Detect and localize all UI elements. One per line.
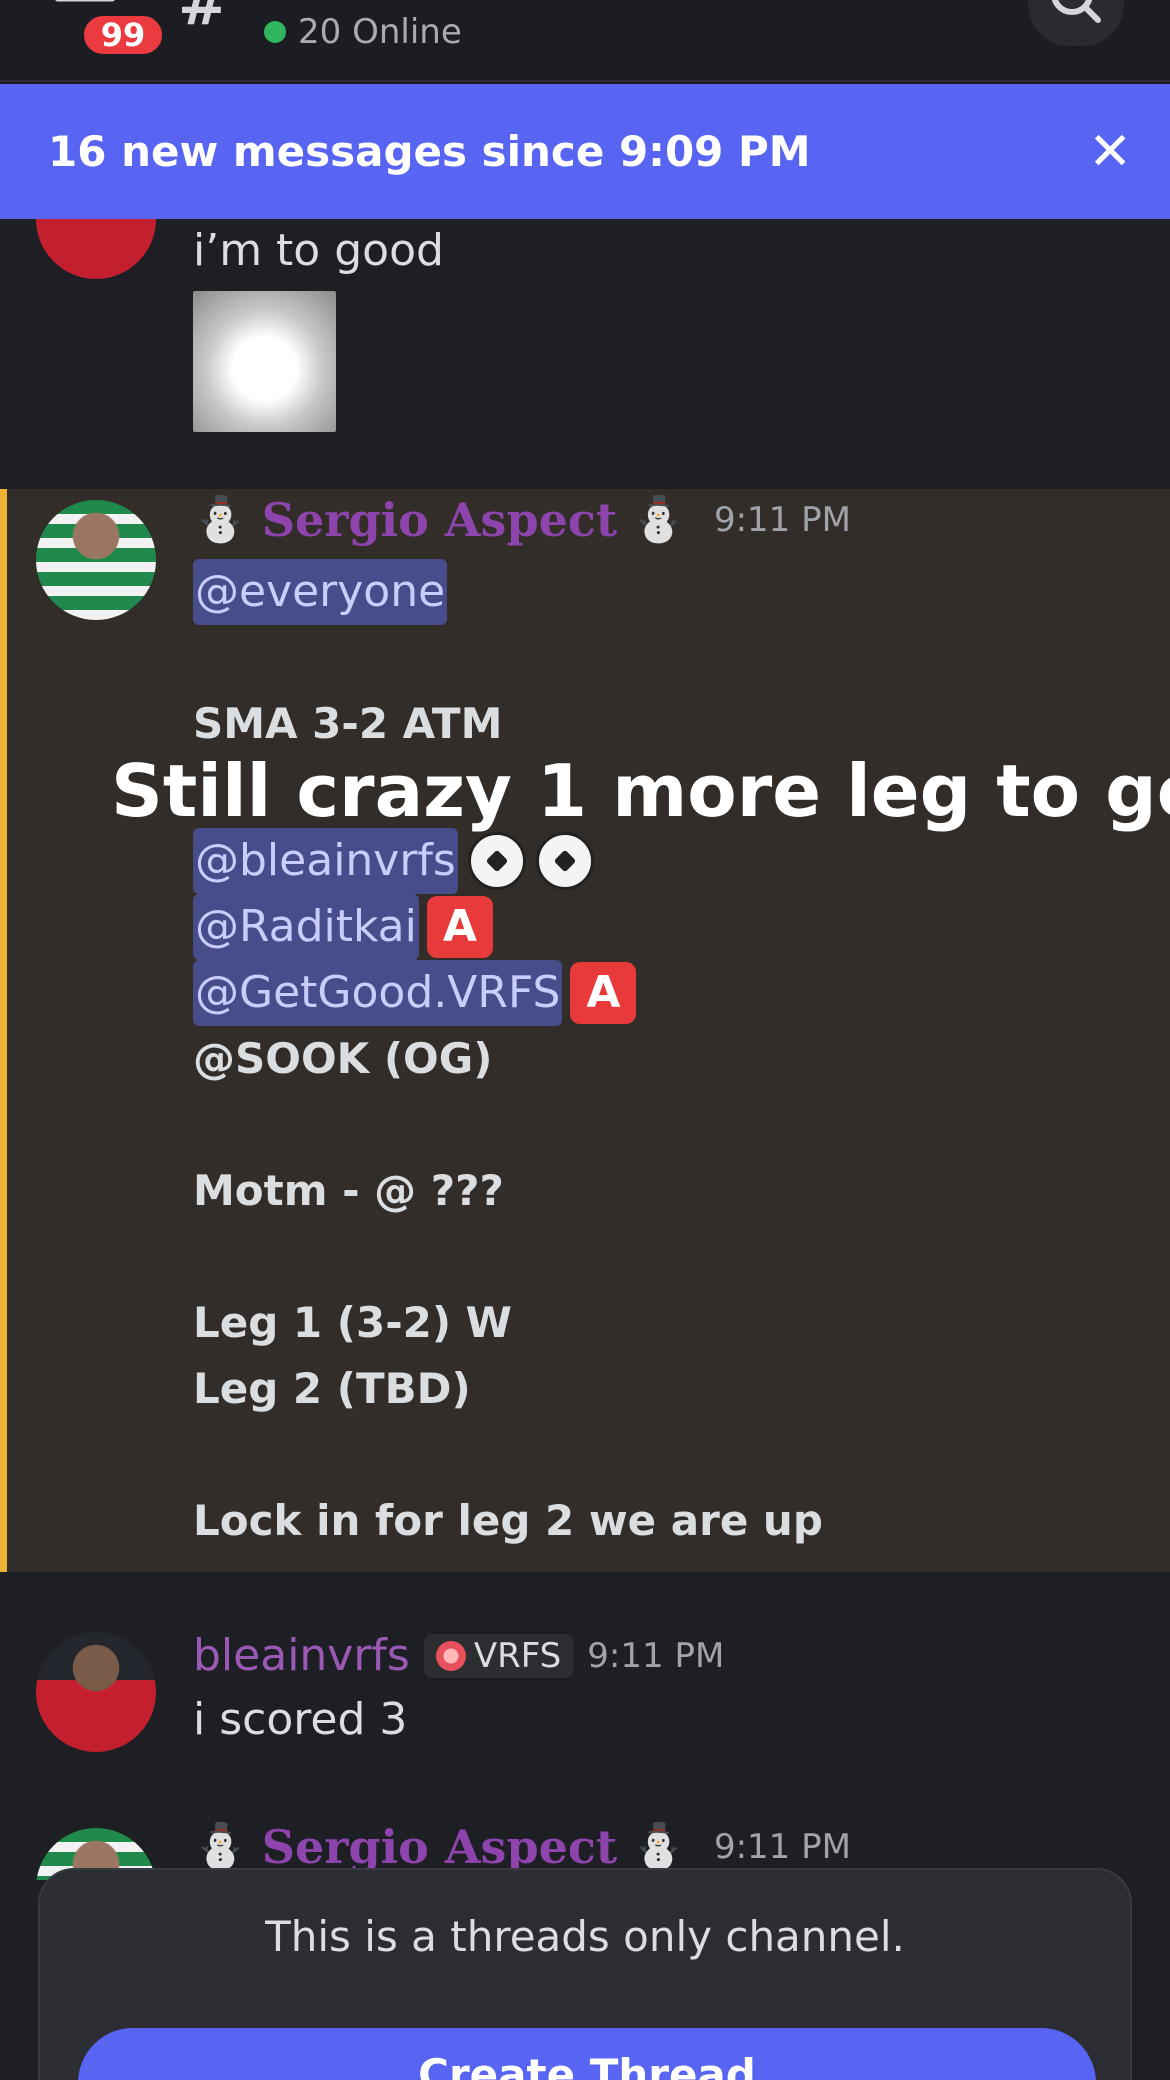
online-status: 20 Online (264, 12, 462, 52)
mention-user[interactable]: @bleainvrfs (193, 828, 458, 894)
role-icon (435, 1640, 466, 1671)
avatar[interactable] (36, 500, 156, 620)
image-attachment[interactable] (193, 291, 336, 432)
create-thread-button[interactable]: Create Thread (78, 2028, 1096, 2080)
message-header: ⛄ Sergio Aspect ⛄ 9:11 PM (193, 1820, 851, 1874)
username[interactable]: Sergio Aspect (262, 493, 617, 547)
online-dot-icon (264, 21, 286, 43)
threads-only-panel: This is a threads only channel. Create T… (38, 1868, 1132, 2080)
snowman-icon: ⛄ (193, 494, 248, 545)
timestamp: 9:11 PM (713, 1827, 851, 1867)
snowman-icon: ⛄ (193, 1821, 248, 1872)
headline-text: Still crazy 1 more leg to go (111, 749, 1170, 833)
message-mentions: @bleainvrfs @Raditkai A @GetGood.VRFS A … (193, 828, 823, 1554)
message-body: @everyone SMA 3-2 ATM (193, 559, 502, 757)
soccer-ball-icon (467, 832, 526, 890)
snowman-icon: ⛄ (631, 1821, 686, 1872)
score-line: SMA 3-2 ATM (193, 699, 503, 748)
close-icon[interactable]: ✕ (1088, 126, 1132, 178)
lock-in-line: Lock in for leg 2 we are up (193, 1496, 823, 1545)
motm-line: Motm - @ ??? (193, 1166, 504, 1215)
mention-user[interactable]: @GetGood.VRFS (193, 960, 563, 1026)
role-badge[interactable]: VRFS (423, 1633, 574, 1678)
role-label: VRFS (473, 1635, 562, 1676)
message-text: i’m to good (193, 225, 444, 276)
message-header: bleainvrfs VRFS 9:11 PM (193, 1630, 724, 1681)
message-continuation: i’m to good (0, 159, 1170, 489)
a-button-icon: A (570, 962, 637, 1024)
sook-line: @SOOK (OG) (193, 1034, 493, 1083)
channel-header: 99 # 20 Online (0, 0, 1170, 82)
username[interactable]: Sergio Aspect (262, 1820, 617, 1874)
search-icon (1051, 0, 1101, 23)
timestamp: 9:11 PM (713, 500, 851, 540)
message-highlighted: ⛄ Sergio Aspect ⛄ 9:11 PM @everyone SMA … (0, 489, 1170, 1572)
leg1-line: Leg 1 (3-2) W (193, 1298, 512, 1347)
a-button-icon: A (426, 896, 493, 958)
soccer-ball-icon (535, 832, 594, 890)
leg2-line: Leg 2 (TBD) (193, 1364, 471, 1413)
search-button[interactable] (1028, 0, 1124, 46)
message-header: ⛄ Sergio Aspect ⛄ 9:11 PM (193, 493, 851, 547)
mention-everyone[interactable]: @everyone (193, 559, 448, 625)
message-text: i scored 3 (193, 1694, 408, 1745)
mention-user[interactable]: @Raditkai (193, 894, 419, 960)
username[interactable]: bleainvrfs (193, 1630, 410, 1681)
unread-badge: 99 (80, 12, 166, 58)
new-messages-text: 16 new messages since 9:09 PM (48, 127, 811, 176)
snowman-icon: ⛄ (631, 494, 686, 545)
online-count: 20 Online (298, 12, 462, 52)
threads-only-notice: This is a threads only channel. (265, 1912, 905, 1961)
message: bleainvrfs VRFS 9:11 PM i scored 3 (0, 1572, 1170, 1842)
avatar[interactable] (36, 1632, 156, 1752)
timestamp: 9:11 PM (587, 1635, 725, 1676)
new-messages-banner[interactable]: 16 new messages since 9:09 PM ✕ (0, 84, 1170, 219)
channel-hash-icon: # (178, 0, 229, 39)
